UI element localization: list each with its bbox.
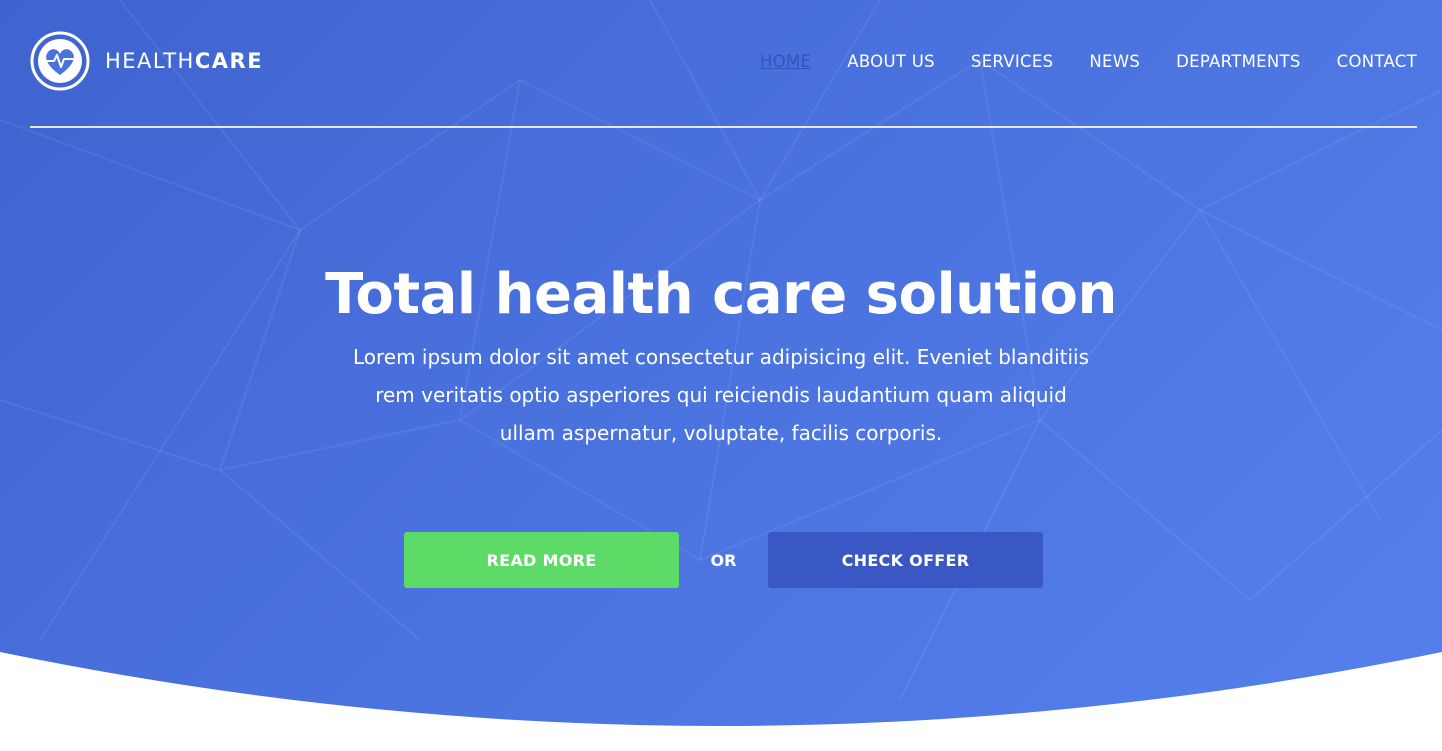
nav-item-services[interactable]: SERVICES [971, 52, 1053, 71]
or-separator: OR [710, 550, 737, 570]
nav-item-about-us[interactable]: ABOUT US [847, 52, 935, 71]
nav-item-home[interactable]: HOME [760, 52, 811, 71]
brand-name-bold: CARE [194, 49, 264, 73]
heart-pulse-icon [30, 31, 90, 91]
read-more-button[interactable]: READ MORE [404, 532, 679, 588]
hero-title: Total health care solution [325, 262, 1117, 327]
nav-item-contact[interactable]: CONTACT [1337, 52, 1417, 71]
check-offer-button[interactable]: CHECK OFFER [768, 532, 1043, 588]
nav-item-news[interactable]: NEWS [1089, 52, 1140, 71]
header-divider [30, 126, 1417, 128]
hero-section: HEALTHCARE HOME ABOUT US SERVICES NEWS D… [0, 0, 1442, 751]
main-navigation: HOME ABOUT US SERVICES NEWS DEPARTMENTS … [760, 52, 1417, 71]
nav-item-departments[interactable]: DEPARTMENTS [1176, 52, 1301, 71]
hero-subtitle: Lorem ipsum dolor sit amet consectetur a… [352, 345, 1090, 445]
brand-name-light: HEALTH [105, 49, 195, 73]
brand-logo[interactable]: HEALTHCARE [30, 31, 263, 91]
brand-name: HEALTHCARE [105, 49, 263, 73]
